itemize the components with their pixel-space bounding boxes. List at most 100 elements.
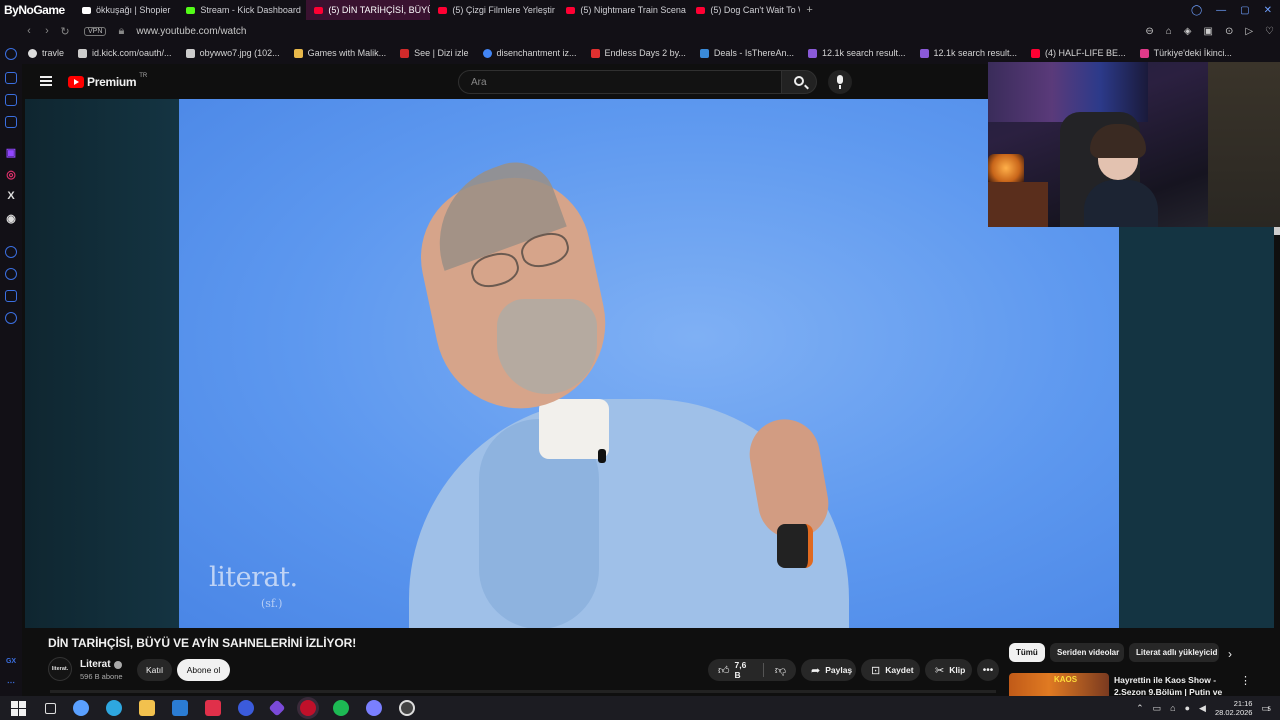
bookmark[interactable]: (4) HALF-LIFE BE...	[1031, 48, 1126, 58]
chip-uploader[interactable]: Literat adlı yükleyicid	[1129, 643, 1219, 662]
task-view-icon[interactable]	[44, 702, 56, 714]
join-button[interactable]: Katıl	[137, 659, 172, 681]
bookmark[interactable]: travle	[28, 48, 64, 58]
search-input[interactable]: Ara	[458, 70, 782, 94]
like-icon[interactable]: 👍︎	[718, 664, 730, 677]
widgets-icon[interactable]	[72, 700, 89, 716]
maximize-icon[interactable]: ▢	[1240, 5, 1249, 16]
channel-name[interactable]: Literat	[80, 659, 122, 670]
blue-app-icon[interactable]	[237, 700, 254, 716]
video-frame[interactable]: literat. (sf.)	[179, 99, 1119, 628]
more-actions-button[interactable]: •••	[977, 659, 999, 681]
x-icon[interactable]: X	[4, 190, 18, 202]
wallet-icon[interactable]: ⌂	[1166, 26, 1172, 37]
video-title: DİN TARİHÇİSİ, BÜYÜ VE AYİN SAHNELERİNİ …	[48, 636, 357, 650]
bookmark[interactable]: See | Dizi izle	[400, 48, 469, 58]
clock-time: 21:16	[1233, 699, 1253, 708]
extensions-icon[interactable]: ⊙	[1225, 26, 1233, 37]
like-count[interactable]: 7,6 B	[735, 660, 752, 680]
voice-search-button[interactable]	[828, 70, 852, 94]
recommendation-menu-icon[interactable]: ⋮	[1240, 674, 1251, 687]
search-button[interactable]	[781, 70, 817, 94]
twitch-icon[interactable]: ▣	[4, 146, 18, 159]
play-icon[interactable]: ▷	[1245, 26, 1253, 37]
menu-icon[interactable]	[40, 76, 52, 86]
start-button[interactable]	[11, 700, 26, 716]
new-tab-button[interactable]: +	[800, 4, 818, 16]
description-divider	[50, 690, 996, 693]
opera-gx-icon[interactable]	[299, 700, 316, 716]
tab-youtube[interactable]: (5) Dog Can't Wait To Wak	[688, 0, 800, 20]
bookmark[interactable]: disenchantment iz...	[482, 48, 577, 58]
player-icon[interactable]	[5, 94, 17, 106]
tab-youtube-active[interactable]: (5) DİN TARİHÇİSİ, BÜYÜ	[306, 0, 431, 20]
bookmark[interactable]: Deals - IsThereAn...	[699, 48, 794, 58]
tab-kick-dashboard[interactable]: Stream - Kick Dashboard	[178, 0, 306, 20]
more-icon[interactable]: ⋯	[4, 678, 18, 687]
network-icon[interactable]: ⌂	[1170, 703, 1175, 713]
channel-avatar[interactable]: literat.	[48, 657, 72, 681]
obs-icon[interactable]	[398, 700, 415, 716]
video-player[interactable]: literat. (sf.)	[25, 99, 1119, 628]
tray-chevron-icon[interactable]: ⌃	[1136, 703, 1144, 714]
gx-corner-icon[interactable]	[5, 72, 17, 84]
youtube-logo[interactable]: Premium TR	[68, 73, 147, 89]
recommendation-thumbnail[interactable]: KAOS	[1009, 673, 1109, 696]
chip-series[interactable]: Seriden videolar	[1050, 643, 1124, 662]
chevron-right-icon[interactable]: ›	[1228, 647, 1232, 661]
share-button[interactable]: ➦ Paylaş	[801, 659, 856, 681]
chip-all[interactable]: Tümü	[1009, 643, 1045, 662]
bookmark[interactable]: Endless Days 2 by...	[590, 48, 686, 58]
pocket-app-icon[interactable]	[204, 700, 221, 716]
messenger-icon[interactable]	[5, 116, 17, 128]
tab-youtube[interactable]: (5) Çizgi Filmlere Yerleştir	[430, 0, 558, 20]
close-icon[interactable]: ✕	[1264, 5, 1272, 16]
file-explorer-icon[interactable]	[138, 700, 155, 716]
microphone-icon[interactable]: ●	[1185, 703, 1190, 713]
edge-icon[interactable]	[105, 700, 122, 716]
spotify-icon[interactable]	[332, 700, 349, 716]
clock[interactable]: 21:16 28.02.2026	[1215, 699, 1253, 717]
back-icon[interactable]: ‹	[20, 25, 38, 37]
dislike-icon[interactable]: 👎︎	[775, 664, 786, 677]
tab-youtube[interactable]: (5) Nightmare Train Scena	[558, 0, 688, 20]
tab-shopier[interactable]: ökkuşağı | Shopier	[74, 0, 178, 20]
snapshot-icon[interactable]: ▣	[1203, 26, 1212, 37]
music-icon[interactable]	[5, 246, 17, 258]
url-field[interactable]: www.youtube.com/watch	[136, 26, 246, 37]
shield-icon[interactable]: ◈	[1184, 26, 1192, 37]
bookmark[interactable]: 12.1k search result...	[919, 48, 1017, 58]
recommendation-title[interactable]: Hayrettin ile Kaos Show - 2.Sezon 9.Bölü…	[1114, 674, 1226, 696]
forward-icon[interactable]: ›	[38, 25, 56, 37]
browser-logo[interactable]: ByNoGame	[0, 3, 74, 17]
history-icon[interactable]	[5, 268, 17, 280]
tab-favicon	[82, 6, 91, 14]
discord-icon[interactable]: ◉	[4, 212, 18, 225]
volume-icon[interactable]: ◀︎	[1199, 703, 1206, 714]
heart-icon[interactable]: ♡	[1265, 26, 1274, 37]
reload-icon[interactable]: ↻	[56, 25, 74, 38]
gx-logo-icon[interactable]: GX	[4, 658, 18, 665]
clip-button[interactable]: ✂ Klip	[925, 659, 972, 681]
bookmark[interactable]: Games with Malik...	[293, 48, 386, 58]
settings-icon[interactable]	[5, 312, 17, 324]
gx-control-icon[interactable]	[5, 48, 17, 60]
mail-icon[interactable]	[171, 700, 188, 716]
bookmark[interactable]: 12.1k search result...	[807, 48, 906, 58]
page-scrollbar[interactable]	[1274, 227, 1280, 235]
subscribe-button[interactable]: Abone ol	[177, 659, 230, 681]
vpn-badge[interactable]: VPN	[84, 26, 107, 36]
purple-app-icon[interactable]	[268, 699, 285, 717]
tray-app-icon[interactable]: ▭	[1153, 703, 1162, 714]
minimize-icon[interactable]: —	[1216, 5, 1226, 16]
bookmark[interactable]: obywwo7.jpg (102...	[185, 48, 280, 58]
search-tabs-icon[interactable]: ◯	[1191, 5, 1202, 16]
discord-icon[interactable]	[365, 700, 382, 716]
notification-icon[interactable]: ▭ 5	[1261, 703, 1270, 714]
bookmark[interactable]: Türkiye'deki İkinci...	[1139, 48, 1232, 58]
save-button[interactable]: ⊡ Kaydet	[861, 659, 920, 681]
zoom-icon[interactable]: ⊖	[1145, 26, 1153, 37]
instagram-icon[interactable]: ◎	[4, 168, 18, 181]
extensions-icon[interactable]	[5, 290, 17, 302]
bookmark[interactable]: id.kick.com/oauth/...	[78, 48, 172, 58]
